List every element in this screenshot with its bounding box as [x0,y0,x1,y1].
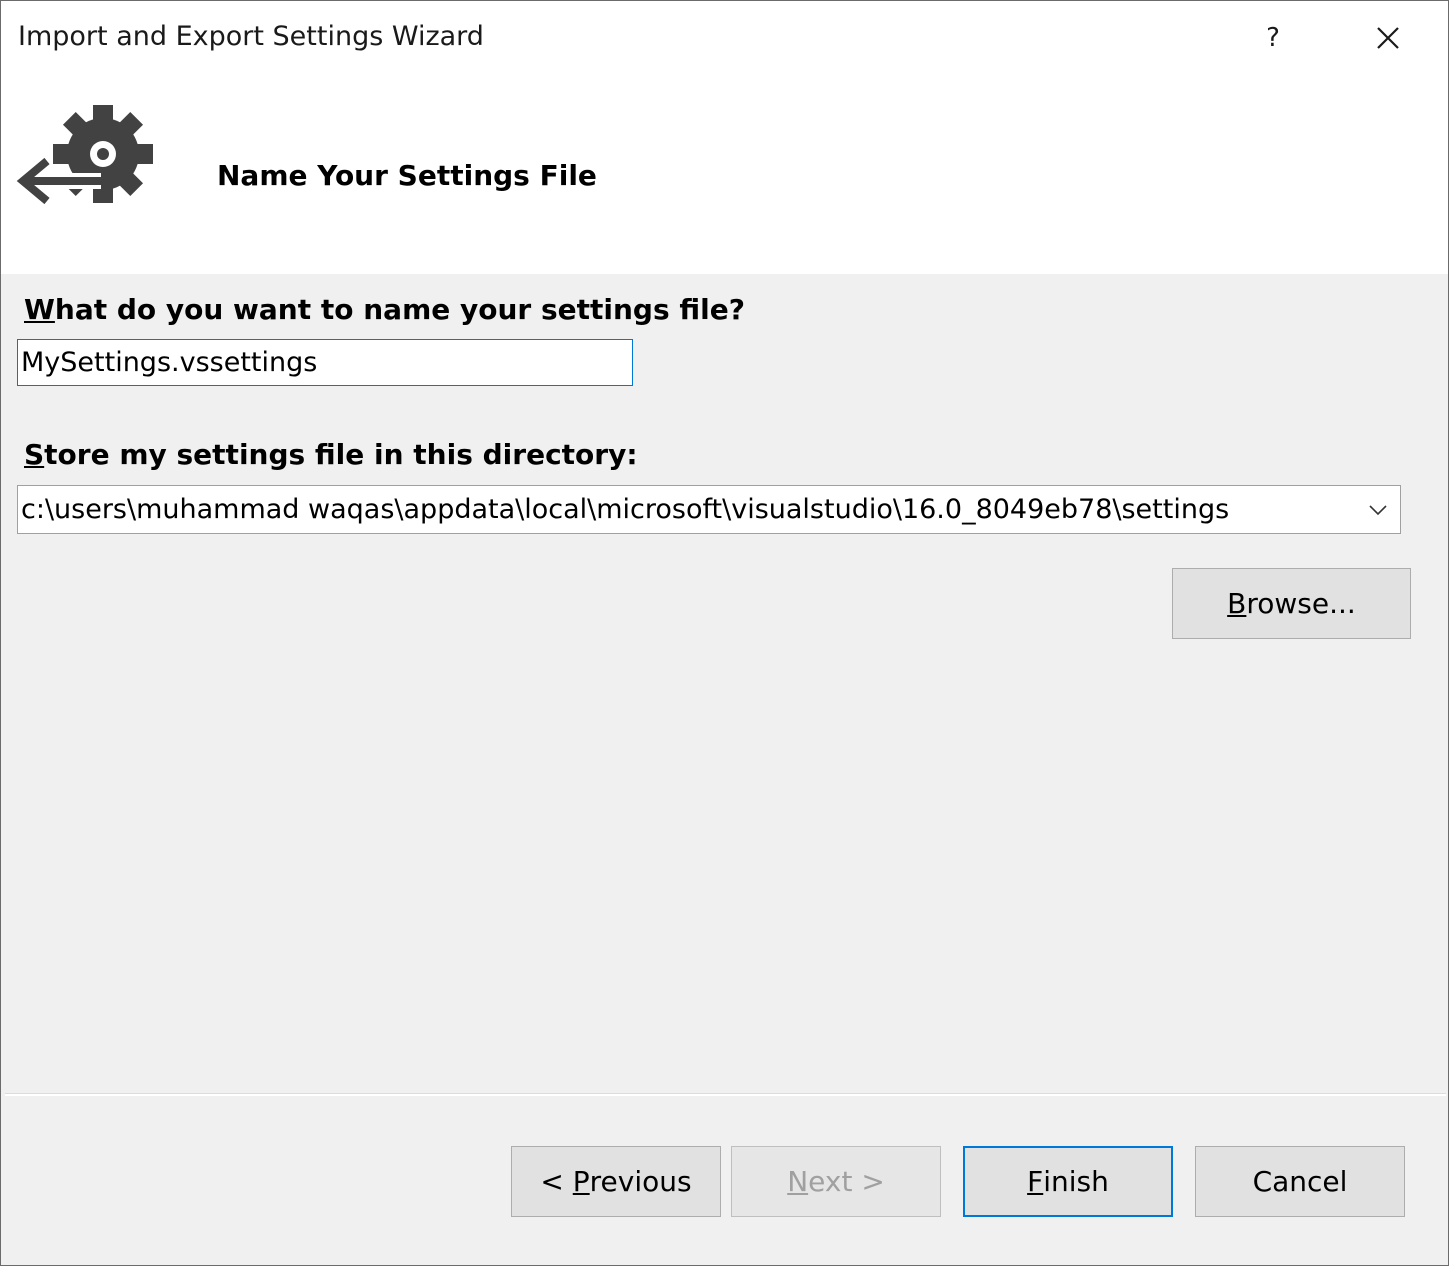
help-icon: ? [1266,23,1280,53]
gear-export-icon [16,105,153,205]
chevron-down-icon [1369,504,1387,515]
wizard-header: Name Your Settings File [1,76,1448,274]
next-button[interactable]: Next > [731,1146,941,1217]
browse-button[interactable]: Browse... [1172,568,1411,639]
page-title: Name Your Settings File [217,159,597,192]
file-name-label-accel: W [24,293,55,326]
browse-accel: B [1227,587,1247,620]
next-label: ext > [808,1165,885,1198]
finish-button[interactable]: Finish [963,1146,1173,1217]
directory-value: c:\users\muhammad waqas\appdata\local\mi… [21,494,1230,525]
file-name-input[interactable]: MySettings.vssettings [17,339,633,386]
file-name-label: What do you want to name your settings f… [24,293,745,326]
directory-label: Store my settings file in this directory… [24,438,638,471]
title-bar: Import and Export Settings Wizard ? [1,1,1448,76]
browse-label: rowse... [1246,587,1356,620]
close-button[interactable] [1353,13,1423,63]
previous-prefix: < [540,1165,573,1198]
window-title: Import and Export Settings Wizard [18,21,484,52]
finish-label: inish [1043,1165,1109,1198]
previous-button[interactable]: < Previous [511,1146,721,1217]
file-name-label-text: hat do you want to name your settings fi… [54,293,745,326]
cancel-label: Cancel [1252,1165,1348,1198]
directory-dropdown-button[interactable] [1356,486,1400,533]
directory-label-accel: S [24,438,45,471]
directory-label-text: tore my settings file in this directory: [44,438,638,471]
wizard-dialog: Import and Export Settings Wizard ? Name… [0,0,1449,1266]
close-icon [1377,27,1399,49]
next-accel: N [787,1165,809,1198]
previous-label: revious [589,1165,692,1198]
finish-accel: F [1027,1165,1044,1198]
file-name-value: MySettings.vssettings [21,347,318,378]
cancel-button[interactable]: Cancel [1195,1146,1405,1217]
help-button[interactable]: ? [1241,13,1305,63]
footer-separator [5,1094,1446,1096]
directory-combobox[interactable]: c:\users\muhammad waqas\appdata\local\mi… [17,485,1401,534]
previous-accel: P [572,1165,590,1198]
